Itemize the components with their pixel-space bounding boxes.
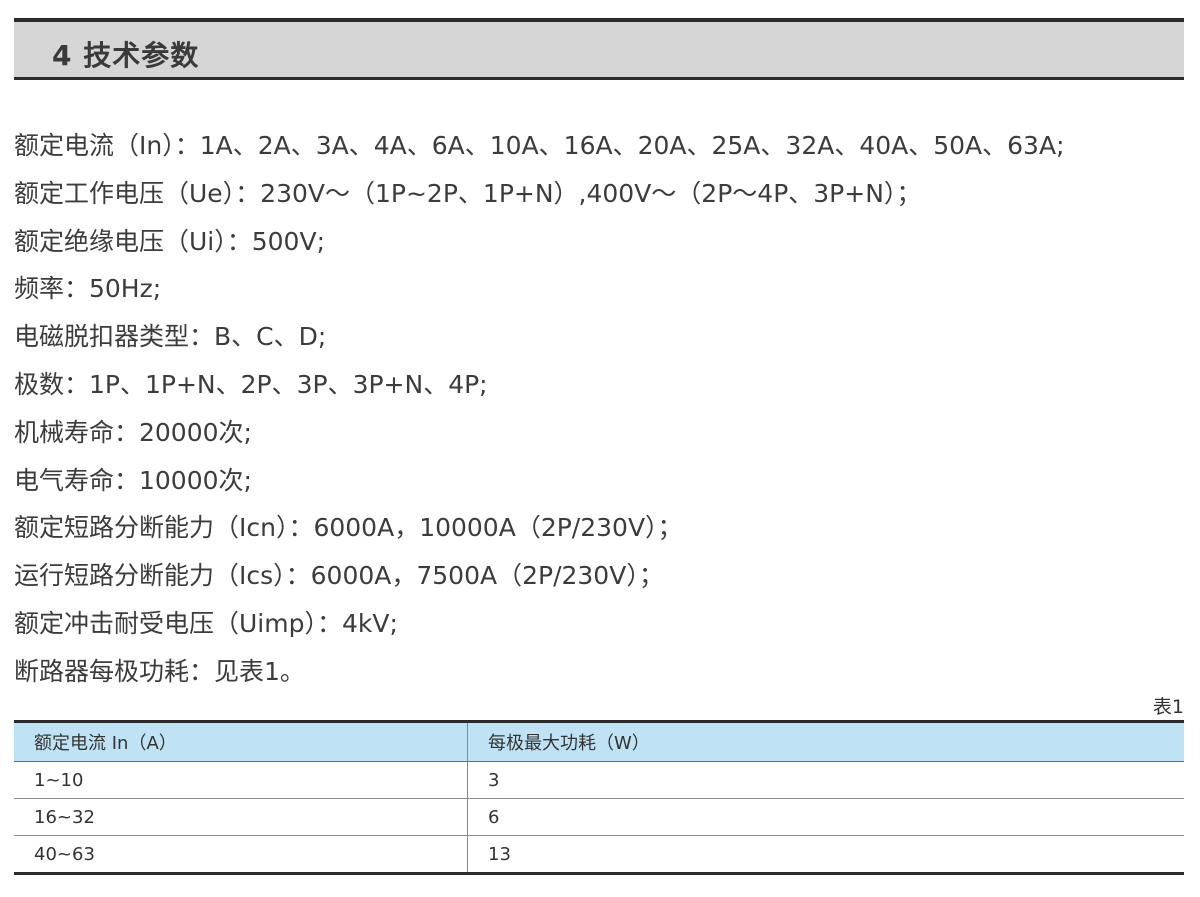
parameter-list: 额定电流（In）：1A、2A、3A、4A、6A、10A、16A、20A、25A、… [14, 126, 1184, 700]
header-rated-current: 额定电流 In（A） [14, 721, 468, 762]
table-row: 16~32 6 [14, 798, 1184, 836]
table-row: 40~63 13 [14, 835, 1184, 874]
param-poles: 极数：1P、1P+N、2P、3P、3P+N、4P; [14, 369, 488, 399]
cell-current-range: 1~10 [14, 761, 468, 799]
cell-current-range: 16~32 [14, 798, 468, 836]
param-trip-type: 电磁脱扣器类型：B、C、D; [14, 322, 327, 352]
cell-current-range: 40~63 [14, 835, 468, 874]
power-loss-table: 额定电流 In（A） 每极最大功耗（W） 1~10 3 16~32 6 40~6… [14, 720, 1184, 875]
cell-power-loss: 3 [467, 761, 1184, 799]
param-rated-current: 额定电流（In）：1A、2A、3A、4A、6A、10A、16A、20A、25A、… [14, 131, 1065, 160]
section-header-bar: 4 技术参数 [14, 18, 1184, 80]
param-impulse-withstand-voltage: 额定冲击耐受电压（Uimp）：4kV; [14, 608, 398, 638]
param-rated-short-circuit-capacity: 额定短路分断能力（Icn）：6000A，10000A（2P/230V）； [14, 513, 683, 543]
param-rated-operating-voltage: 额定工作电压（Ue）：230V～（1P~2P、1P+N）,400V～（2P～4P… [14, 178, 922, 208]
cell-power-loss: 6 [467, 798, 1184, 836]
cell-power-loss: 13 [488, 843, 511, 865]
param-mechanical-life: 机械寿命：20000次; [14, 417, 252, 447]
table-header-row: 额定电流 In（A） 每极最大功耗（W） [14, 721, 1184, 762]
param-frequency: 频率：50Hz; [14, 274, 162, 304]
param-power-loss-per-pole: 断路器每极功耗：见表1。 [14, 656, 305, 686]
param-electrical-life: 电气寿命：10000次; [14, 465, 252, 495]
param-service-short-circuit-capacity: 运行短路分断能力（Ics）：6000A，7500A（2P/230V）； [14, 561, 664, 591]
table-caption: 表1 [1152, 696, 1184, 718]
header-max-power-loss: 每极最大功耗（W） [467, 721, 1184, 762]
section-title: 4 技术参数 [52, 39, 200, 72]
param-rated-insulation-voltage: 额定绝缘电压（Ui）：500V; [14, 226, 325, 256]
table-row: 1~10 3 [14, 761, 1184, 799]
